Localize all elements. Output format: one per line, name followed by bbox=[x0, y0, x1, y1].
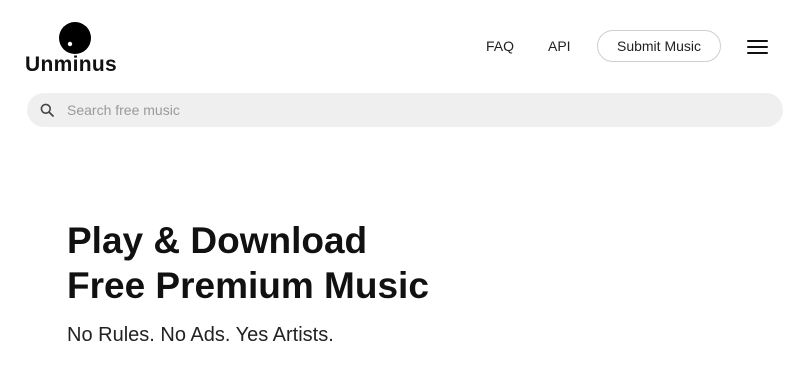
hero-subtitle: No Rules. No Ads. Yes Artists. bbox=[67, 324, 334, 346]
submit-music-button[interactable]: Submit Music bbox=[597, 30, 721, 62]
menu-line bbox=[747, 52, 768, 54]
hamburger-menu-icon[interactable] bbox=[746, 38, 770, 56]
menu-line bbox=[747, 40, 768, 42]
nav-api-link[interactable]: API bbox=[548, 38, 571, 54]
search-icon bbox=[40, 103, 54, 117]
vinyl-disc-icon bbox=[59, 22, 91, 54]
search-bar[interactable] bbox=[27, 93, 783, 127]
logo-text: Unminus bbox=[25, 53, 117, 76]
menu-line bbox=[747, 46, 768, 48]
page: Unminus FAQ API Submit Music Play & Down… bbox=[0, 0, 800, 383]
hero-title: Play & Download Free Premium Music bbox=[67, 218, 429, 308]
unminus-logo[interactable]: Unminus bbox=[25, 20, 129, 76]
search-input[interactable] bbox=[67, 93, 767, 127]
hero-title-line-1: Play & Download bbox=[67, 220, 368, 261]
nav-faq-link[interactable]: FAQ bbox=[486, 38, 514, 54]
hero-title-line-2: Free Premium Music bbox=[67, 265, 429, 306]
